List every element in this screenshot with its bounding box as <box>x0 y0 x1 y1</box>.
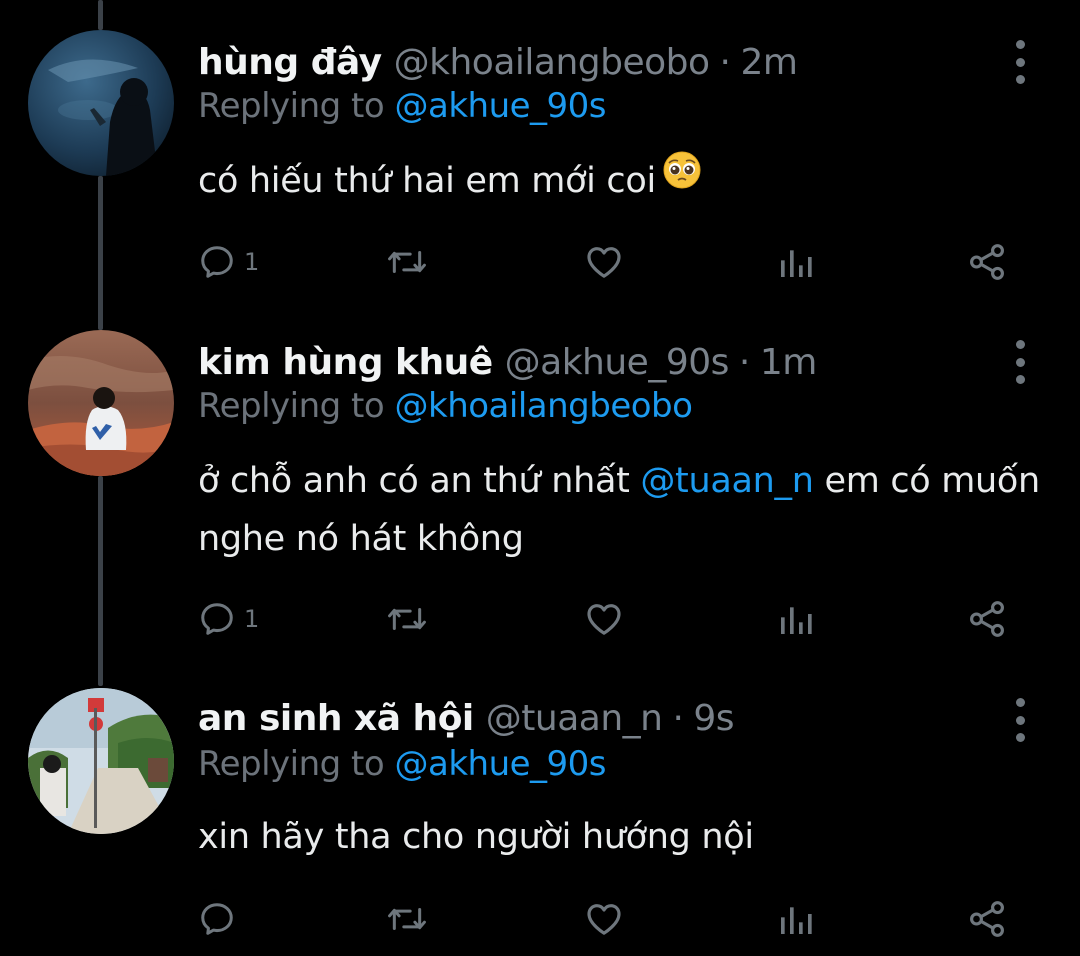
like-icon <box>587 604 621 635</box>
replying-to: Replying to @khoailangbeobo <box>198 386 693 426</box>
reply-icon <box>201 246 233 278</box>
retweet-icon <box>388 250 426 274</box>
reply-to-mention[interactable]: @akhue_90s <box>395 86 607 126</box>
avatar-image <box>28 330 174 476</box>
replying-to: Replying to @akhue_90s <box>198 744 607 784</box>
tweet-header: kim hùng khuê @akhue_90s · 1m <box>198 334 817 390</box>
like-button[interactable] <box>583 594 625 644</box>
tweet-text: có hiếu thứ hai em mới coi <box>198 150 1048 211</box>
tweet-text-part-1: ở chỗ anh có an thứ nhất <box>198 461 641 501</box>
analytics-icon <box>781 907 812 934</box>
analytics-button[interactable] <box>776 237 816 287</box>
tweet-actions <box>198 894 1028 944</box>
replying-to: Replying to @akhue_90s <box>198 86 607 126</box>
avatar[interactable] <box>28 30 174 176</box>
tweet-3[interactable]: an sinh xã hội @tuaan_n · 9s Replying to… <box>0 660 1080 956</box>
share-icon <box>970 244 1004 280</box>
analytics-button[interactable] <box>776 894 816 944</box>
share-button[interactable] <box>966 894 1008 944</box>
user-handle[interactable]: @akhue_90s <box>505 342 730 383</box>
avatar-image <box>28 30 174 176</box>
reply-count: 1 <box>244 248 260 276</box>
reply-to-mention[interactable]: @khoailangbeobo <box>395 386 693 426</box>
more-options-icon[interactable] <box>1008 340 1032 384</box>
share-icon <box>970 601 1004 637</box>
more-options-icon[interactable] <box>1008 698 1032 742</box>
like-icon <box>587 904 621 935</box>
avatar[interactable] <box>28 330 174 476</box>
retweet-button[interactable] <box>386 594 428 644</box>
like-icon <box>587 247 621 278</box>
more-options-icon[interactable] <box>1008 40 1032 84</box>
tweet-text: xin hãy tha cho người hướng nội <box>198 808 1048 866</box>
share-icon <box>970 901 1004 937</box>
reply-count: 1 <box>244 605 260 633</box>
retweet-button[interactable] <box>386 237 428 287</box>
tweet-actions: 1 <box>198 237 1028 287</box>
timestamp[interactable]: 1m <box>760 342 817 383</box>
pleading-face-emoji <box>662 150 702 208</box>
replying-to-label: Replying to <box>198 86 395 126</box>
reply-button[interactable]: 1 <box>198 237 259 287</box>
display-name[interactable]: hùng đây <box>198 42 382 83</box>
timestamp[interactable]: 9s <box>693 698 734 739</box>
separator-dot: · <box>672 697 684 739</box>
separator-dot: · <box>738 341 750 383</box>
tweet-2[interactable]: kim hùng khuê @akhue_90s · 1m Replying t… <box>0 300 1080 660</box>
tweet-text-content: có hiếu thứ hai em mới coi <box>198 161 656 201</box>
avatar[interactable] <box>28 688 174 834</box>
reply-icon <box>201 903 233 935</box>
timestamp[interactable]: 2m <box>740 42 797 83</box>
retweet-icon <box>388 907 426 931</box>
retweet-button[interactable] <box>386 894 428 944</box>
tweet-header: an sinh xã hội @tuaan_n · 9s <box>198 690 735 746</box>
share-button[interactable] <box>966 237 1008 287</box>
tweet-text-content: xin hãy tha cho người hướng nội <box>198 817 754 857</box>
analytics-button[interactable] <box>776 594 816 644</box>
reply-icon <box>201 603 233 635</box>
user-handle[interactable]: @tuaan_n <box>486 698 663 739</box>
display-name[interactable]: an sinh xã hội <box>198 698 474 739</box>
inline-mention[interactable]: @tuaan_n <box>640 461 814 501</box>
reply-button[interactable] <box>198 894 244 944</box>
like-button[interactable] <box>583 894 625 944</box>
tweet-actions: 1 <box>198 594 1028 644</box>
replying-to-label: Replying to <box>198 386 395 426</box>
tweet-text: ở chỗ anh có an thứ nhất @tuaan_n em có … <box>198 452 1048 568</box>
analytics-icon <box>781 250 812 277</box>
display-name[interactable]: kim hùng khuê <box>198 342 493 383</box>
user-handle[interactable]: @khoailangbeobo <box>394 42 710 83</box>
tweet-header: hùng đây @khoailangbeobo · 2m <box>198 34 798 90</box>
reply-button[interactable]: 1 <box>198 594 259 644</box>
replying-to-label: Replying to <box>198 744 395 784</box>
retweet-icon <box>388 607 426 631</box>
reply-to-mention[interactable]: @akhue_90s <box>395 744 607 784</box>
tweet-1[interactable]: hùng đây @khoailangbeobo · 2m Replying t… <box>0 0 1080 300</box>
analytics-icon <box>781 607 812 634</box>
like-button[interactable] <box>583 237 625 287</box>
avatar-image <box>28 688 174 834</box>
share-button[interactable] <box>966 594 1008 644</box>
separator-dot: · <box>719 41 731 83</box>
